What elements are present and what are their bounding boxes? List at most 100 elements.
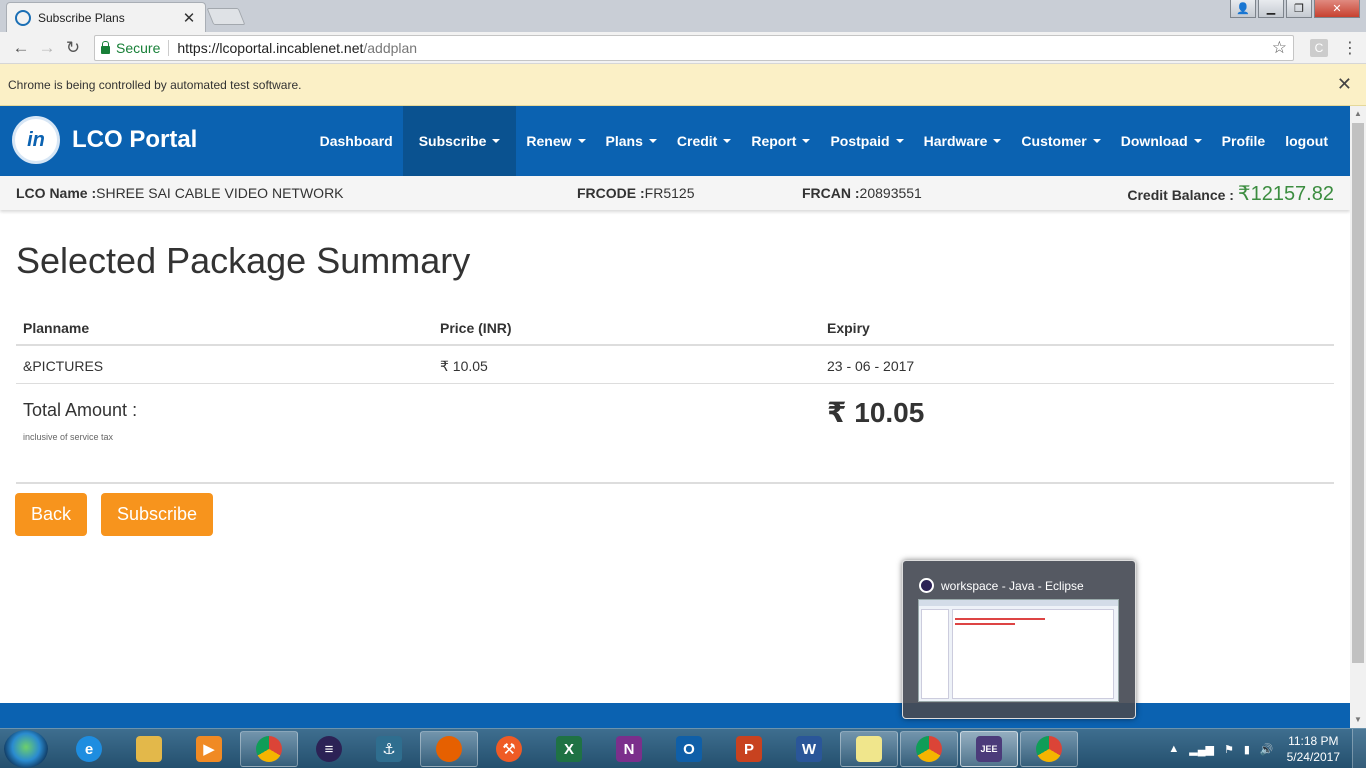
new-tab-button[interactable] xyxy=(206,8,246,25)
infobar-message: Chrome is being controlled by automated … xyxy=(8,77,302,92)
eclipse-java-ee-icon[interactable]: JEE xyxy=(960,731,1018,767)
nav-item-label: Hardware xyxy=(923,133,988,149)
postman-icon[interactable]: ⚒ xyxy=(480,731,538,767)
network-signal-icon[interactable]: ▂▄▆ xyxy=(1189,743,1214,756)
reload-icon[interactable]: ↻ xyxy=(60,35,86,61)
nav-item-label: Credit xyxy=(676,133,718,149)
nav-item-logout[interactable]: logout xyxy=(1275,106,1338,176)
nav-item-report[interactable]: Report xyxy=(741,106,820,176)
lco-info-strip: LCO Name :SHREE SAI CABLE VIDEO NETWORK … xyxy=(0,176,1350,210)
user-icon[interactable]: 👤 xyxy=(1230,0,1256,18)
bookmark-star-icon[interactable]: ☆ xyxy=(1272,38,1287,58)
show-desktop-button[interactable] xyxy=(1352,729,1366,768)
excel-icon[interactable]: X xyxy=(540,731,598,767)
total-amount-label: Total Amount : xyxy=(23,400,138,420)
nav-item-download[interactable]: Download xyxy=(1111,106,1212,176)
nav-item-label: Report xyxy=(751,133,797,149)
nav-item-label: Download xyxy=(1120,133,1188,149)
column-header-price: Price (INR) xyxy=(440,320,512,336)
tab-close-icon[interactable]: ✕ xyxy=(181,9,197,27)
frcan-value: 20893551 xyxy=(859,185,922,201)
infobar-close-icon[interactable]: ✕ xyxy=(1337,74,1352,95)
file-explorer-icon[interactable] xyxy=(120,731,178,767)
in-digital-logo-icon: in xyxy=(12,116,60,164)
tab-title: Subscribe Plans xyxy=(38,10,125,25)
scroll-down-arrow-icon[interactable]: ▼ xyxy=(1350,712,1366,728)
brand[interactable]: in LCO Portal xyxy=(12,116,197,164)
taskbar-clock[interactable]: 11:18 PM 5/24/2017 xyxy=(1287,733,1340,765)
volume-icon[interactable]: 🔊 xyxy=(1260,743,1274,756)
eclipse-icon[interactable]: ≡ xyxy=(300,731,358,767)
powerpoint-icon[interactable]: P xyxy=(720,731,778,767)
window-close-button[interactable]: ✕ xyxy=(1314,0,1360,18)
word-icon[interactable]: W xyxy=(780,731,838,767)
thumbnail-title-text: workspace - Java - Eclipse xyxy=(941,578,1084,593)
menu-icon[interactable]: ⋮ xyxy=(1342,38,1358,58)
browser-tab[interactable]: Subscribe Plans ✕ xyxy=(6,2,206,32)
nav-item-label: Subscribe xyxy=(418,133,487,149)
brand-name: LCO Portal xyxy=(72,126,198,153)
column-header-planname: Planname xyxy=(23,320,90,336)
show-hidden-icons-icon[interactable]: ▲ xyxy=(1168,743,1179,755)
battery-icon[interactable]: ▮ xyxy=(1244,743,1250,756)
nav-item-postpaid[interactable]: Postpaid xyxy=(820,106,913,176)
nav-item-subscribe[interactable]: Subscribe xyxy=(402,106,517,176)
caret-down-icon xyxy=(1092,139,1101,143)
nav-item-credit[interactable]: Credit xyxy=(667,106,741,176)
lco-name-label: LCO Name : xyxy=(16,185,97,201)
plan-name-cell: &PICTURES xyxy=(23,358,104,374)
taskbar-apps: e ▶ ≡ ⚓ ⚒ X N O P W JEE xyxy=(60,731,1078,767)
address-bar[interactable]: Secure https://lcoportal.incablenet.net /… xyxy=(94,34,1294,61)
chrome-icon[interactable] xyxy=(240,731,298,767)
chrome-icon[interactable] xyxy=(900,731,958,767)
page-scrollbar[interactable]: ▲ ▼ xyxy=(1350,106,1366,728)
chrome-icon[interactable] xyxy=(1020,731,1078,767)
maximize-button[interactable]: ❐ xyxy=(1286,0,1312,18)
total-row: Total Amount : inclusive of service tax … xyxy=(16,384,1334,484)
nav-item-plans[interactable]: Plans xyxy=(596,106,667,176)
scroll-up-arrow-icon[interactable]: ▲ xyxy=(1350,106,1366,122)
outlook-icon[interactable]: O xyxy=(660,731,718,767)
back-arrow-icon[interactable]: ← xyxy=(8,35,34,61)
nav-item-renew[interactable]: Renew xyxy=(516,106,595,176)
frcode-label: FRCODE : xyxy=(577,185,645,201)
page-title: Selected Package Summary xyxy=(16,240,471,281)
frcan-field: FRCAN :20893551 xyxy=(802,185,922,201)
start-button-icon[interactable] xyxy=(4,730,48,768)
mysql-workbench-icon[interactable]: ⚓ xyxy=(360,731,418,767)
browser-tab-strip: Subscribe Plans ✕ 👤 ▁ ❐ ✕ xyxy=(0,0,1366,32)
media-player-icon[interactable]: ▶ xyxy=(180,731,238,767)
caret-down-icon xyxy=(993,139,1002,143)
price-cell: ₹ 10.05 xyxy=(440,358,488,374)
action-center-icon[interactable]: ⚑ xyxy=(1224,743,1234,756)
caret-down-icon xyxy=(723,139,732,143)
nav-item-profile[interactable]: Profile xyxy=(1212,106,1276,176)
nav-item-label: Dashboard xyxy=(319,133,393,149)
extension-icon[interactable]: C xyxy=(1310,38,1328,57)
nav-item-label: Postpaid xyxy=(830,133,890,149)
firefox-icon[interactable] xyxy=(420,731,478,767)
onenote-icon[interactable]: N xyxy=(600,731,658,767)
credit-balance-value: ₹12157.82 xyxy=(1237,183,1334,205)
internet-explorer-icon[interactable]: e xyxy=(60,731,118,767)
minimize-button[interactable]: ▁ xyxy=(1258,0,1284,18)
nav-item-customer[interactable]: Customer xyxy=(1011,106,1110,176)
thumbnail-window-image xyxy=(918,599,1119,702)
caret-down-icon xyxy=(1193,139,1202,143)
nav-item-dashboard[interactable]: Dashboard xyxy=(310,106,403,176)
nav-item-label: Renew xyxy=(526,133,572,149)
sticky-notes-icon[interactable] xyxy=(840,731,898,767)
clock-date: 5/24/2017 xyxy=(1286,750,1340,764)
table-header-row: Planname Price (INR) Expiry xyxy=(16,308,1334,346)
eclipse-thumbnail-preview[interactable]: workspace - Java - Eclipse xyxy=(902,560,1136,719)
back-button[interactable]: Back xyxy=(15,493,87,536)
nav-item-hardware[interactable]: Hardware xyxy=(914,106,1012,176)
frcan-label: FRCAN : xyxy=(802,185,860,201)
credit-balance-label: Credit Balance : xyxy=(1127,187,1238,203)
scroll-thumb[interactable] xyxy=(1352,123,1364,663)
subscribe-button[interactable]: Subscribe xyxy=(101,493,213,536)
table-row: &PICTURES ₹ 10.05 23 - 06 - 2017 xyxy=(16,346,1334,384)
nav-item-label: Profile xyxy=(1221,133,1266,149)
secure-label: Secure xyxy=(116,39,161,56)
forward-arrow-icon[interactable]: → xyxy=(34,35,60,61)
